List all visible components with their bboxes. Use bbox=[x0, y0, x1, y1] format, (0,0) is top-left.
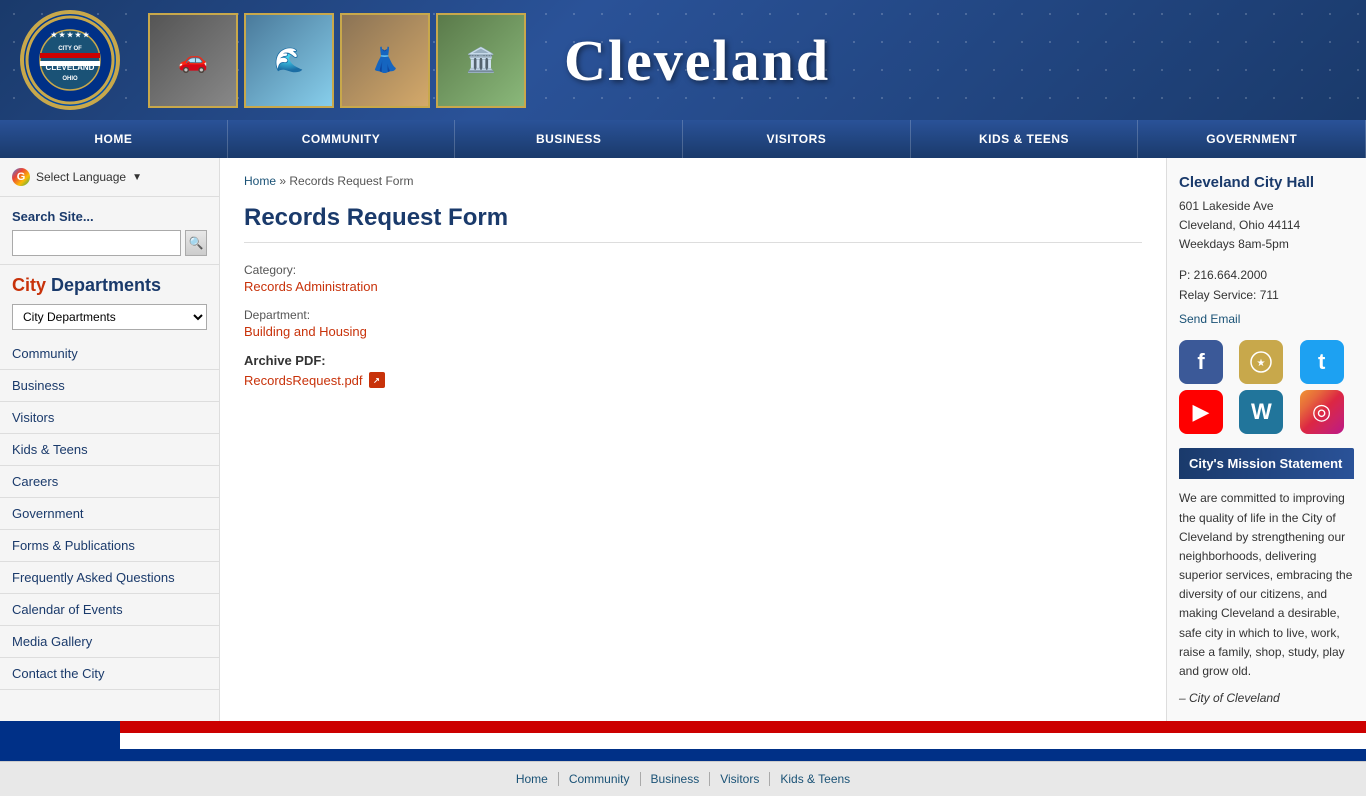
search-button[interactable]: 🔍 bbox=[185, 230, 207, 256]
social-icons-grid: f ★ t ▶ W ◎ bbox=[1179, 340, 1354, 434]
nav-kids-teens[interactable]: KIDS & TEENS bbox=[911, 120, 1139, 158]
site-logo[interactable]: ★ ★ ★ ★ ★ CITY OF CLEVELAND OHIO bbox=[0, 5, 140, 115]
nav-business[interactable]: BUSINESS bbox=[455, 120, 683, 158]
main-content: Home » Records Request Form Records Requ… bbox=[220, 158, 1166, 721]
category-value: Records Administration bbox=[244, 279, 1142, 294]
header-photo-4: 🏛️ bbox=[436, 13, 526, 108]
youtube-icon[interactable]: ▶ bbox=[1179, 390, 1223, 434]
sidebar-item-business[interactable]: Business bbox=[0, 370, 219, 402]
footer-flag bbox=[0, 721, 1366, 761]
city-title: Cleveland bbox=[564, 27, 830, 94]
city-hall-phone: P: 216.664.2000 Relay Service: 711 bbox=[1179, 265, 1354, 306]
google-translate-icon: G bbox=[12, 168, 30, 186]
search-row: 🔍 bbox=[12, 230, 207, 256]
sidebar-search-section: Search Site... 🔍 bbox=[0, 197, 219, 265]
svg-text:CLEVELAND: CLEVELAND bbox=[46, 63, 95, 72]
twitter-icon[interactable]: t bbox=[1300, 340, 1344, 384]
header-photos: 🚗 🌊 👗 🏛️ bbox=[140, 5, 534, 116]
footer-nav-business[interactable]: Business bbox=[641, 772, 711, 786]
nav-government[interactable]: GOVERNMENT bbox=[1138, 120, 1366, 158]
city-departments-dropdown[interactable]: City Departments bbox=[12, 304, 207, 330]
wordpress-icon[interactable]: W bbox=[1239, 390, 1283, 434]
category-label: Category: bbox=[244, 263, 1142, 277]
svg-text:OHIO: OHIO bbox=[62, 76, 78, 82]
archive-label: Archive PDF: bbox=[244, 353, 1142, 368]
mission-statement-header: City's Mission Statement bbox=[1179, 448, 1354, 479]
department-label: Department: bbox=[244, 308, 1142, 322]
city-label: City bbox=[12, 275, 46, 295]
official-seal-icon[interactable]: ★ bbox=[1239, 340, 1283, 384]
svg-text:★ ★ ★ ★ ★: ★ ★ ★ ★ ★ bbox=[51, 31, 90, 39]
breadcrumb: Home » Records Request Form bbox=[244, 174, 1142, 188]
sidebar-item-faq[interactable]: Frequently Asked Questions bbox=[0, 562, 219, 594]
sidebar-item-government[interactable]: Government bbox=[0, 498, 219, 530]
language-arrow-icon: ▼ bbox=[132, 172, 142, 183]
nav-visitors[interactable]: VISITORS bbox=[683, 120, 911, 158]
sidebar-item-forms-publications[interactable]: Forms & Publications bbox=[0, 530, 219, 562]
mission-statement-text: We are committed to improving the qualit… bbox=[1179, 489, 1354, 681]
main-container: G Select Language ▼ Search Site... 🔍 Cit… bbox=[0, 158, 1366, 721]
header-photo-1: 🚗 bbox=[148, 13, 238, 108]
archive-pdf-link[interactable]: RecordsRequest.pdf bbox=[244, 373, 363, 388]
sidebar-item-calendar[interactable]: Calendar of Events bbox=[0, 594, 219, 626]
category-link[interactable]: Records Administration bbox=[244, 279, 378, 294]
city-hall-title: Cleveland City Hall bbox=[1179, 174, 1354, 191]
facebook-icon[interactable]: f bbox=[1179, 340, 1223, 384]
svg-text:★: ★ bbox=[1257, 358, 1266, 369]
footer-nav-visitors[interactable]: Visitors bbox=[710, 772, 770, 786]
mission-attribution: – City of Cleveland bbox=[1179, 691, 1354, 705]
select-language-label: Select Language bbox=[36, 170, 126, 184]
instagram-icon[interactable]: ◎ bbox=[1300, 390, 1344, 434]
footer-nav-home[interactable]: Home bbox=[506, 772, 559, 786]
city-departments-heading: City Departments bbox=[0, 265, 219, 300]
svg-text:CITY OF: CITY OF bbox=[58, 46, 82, 52]
header: ★ ★ ★ ★ ★ CITY OF CLEVELAND OHIO 🚗 🌊 👗 🏛… bbox=[0, 0, 1366, 120]
header-photo-2: 🌊 bbox=[244, 13, 334, 108]
department-value: Building and Housing bbox=[244, 324, 1142, 339]
sidebar-item-careers[interactable]: Careers bbox=[0, 466, 219, 498]
nav-home[interactable]: HOME bbox=[0, 120, 228, 158]
city-hall-email: Send Email bbox=[1179, 311, 1354, 326]
sidebar-item-visitors[interactable]: Visitors bbox=[0, 402, 219, 434]
breadcrumb-current: Records Request Form bbox=[289, 174, 413, 188]
footer-nav: Home Community Business Visitors Kids & … bbox=[0, 761, 1366, 796]
sidebar-item-contact[interactable]: Contact the City bbox=[0, 658, 219, 690]
department-link[interactable]: Building and Housing bbox=[244, 324, 367, 339]
footer-nav-kids-teens[interactable]: Kids & Teens bbox=[770, 772, 860, 786]
search-input[interactable] bbox=[12, 230, 181, 256]
language-selector[interactable]: G Select Language ▼ bbox=[0, 158, 219, 197]
pdf-icon: ↗ bbox=[369, 372, 385, 388]
sidebar-item-kids-teens[interactable]: Kids & Teens bbox=[0, 434, 219, 466]
page-title: Records Request Form bbox=[244, 204, 1142, 243]
header-photo-3: 👗 bbox=[340, 13, 430, 108]
footer-nav-community[interactable]: Community bbox=[559, 772, 641, 786]
city-hall-address: 601 Lakeside Ave Cleveland, Ohio 44114 W… bbox=[1179, 197, 1354, 255]
departments-label: Departments bbox=[46, 275, 161, 295]
left-sidebar: G Select Language ▼ Search Site... 🔍 Cit… bbox=[0, 158, 220, 721]
breadcrumb-separator: » bbox=[279, 174, 289, 188]
sidebar-item-community[interactable]: Community bbox=[0, 338, 219, 370]
sidebar-item-media-gallery[interactable]: Media Gallery bbox=[0, 626, 219, 658]
header-title-area: Cleveland bbox=[534, 27, 1366, 94]
right-sidebar: Cleveland City Hall 601 Lakeside Ave Cle… bbox=[1166, 158, 1366, 721]
search-label: Search Site... bbox=[12, 209, 207, 224]
send-email-link[interactable]: Send Email bbox=[1179, 312, 1240, 326]
archive-pdf-row: RecordsRequest.pdf ↗ bbox=[244, 372, 1142, 388]
main-nav: HOME COMMUNITY BUSINESS VISITORS KIDS & … bbox=[0, 120, 1366, 158]
nav-community[interactable]: COMMUNITY bbox=[228, 120, 456, 158]
logo-circle: ★ ★ ★ ★ ★ CITY OF CLEVELAND OHIO bbox=[20, 10, 120, 110]
breadcrumb-home-link[interactable]: Home bbox=[244, 174, 276, 188]
